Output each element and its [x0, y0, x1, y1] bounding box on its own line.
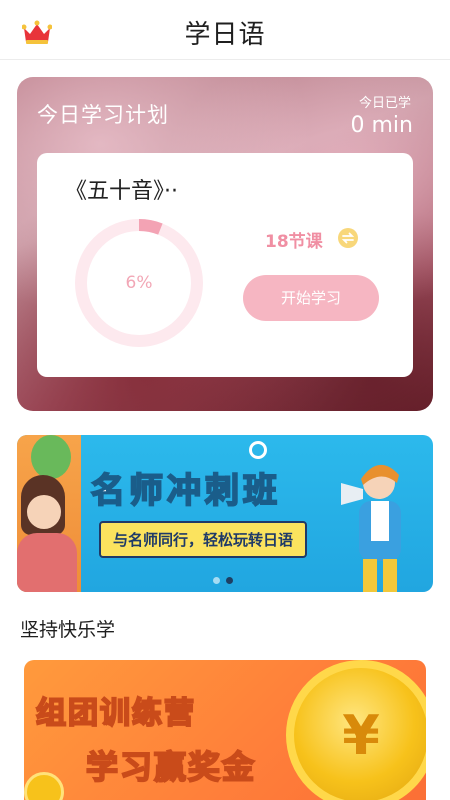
- banner-subtitle: 与名师同行，轻松玩转日语: [99, 521, 308, 558]
- small-coin-icon: [24, 772, 64, 800]
- switch-icon[interactable]: [338, 228, 358, 248]
- teacher-illustration: [341, 464, 401, 592]
- promo-title-line2: 学习赢奖金: [85, 747, 257, 787]
- today-studied-value: 0 min: [350, 113, 413, 138]
- coin-symbol: ¥: [342, 704, 380, 767]
- brand-swirl-icon: [249, 441, 267, 459]
- start-learning-button[interactable]: 开始学习: [243, 275, 379, 321]
- team-camp-card[interactable]: 组团训练营 学习赢奖金 ¥: [24, 660, 426, 800]
- app-header: 学日语: [0, 0, 450, 60]
- carousel-indicator: [213, 577, 233, 584]
- plan-title: 今日学习计划: [37, 103, 169, 127]
- course-name: 《五十音》··: [65, 179, 178, 204]
- section-title: 坚持快乐学: [20, 619, 116, 641]
- gold-coin-icon: ¥: [286, 660, 426, 800]
- progress-percent: 6%: [125, 273, 153, 293]
- banner-illustration-left: [17, 435, 81, 592]
- course-card[interactable]: 《五十音》·· 6% 18节课 开始学习: [37, 153, 413, 377]
- banner-title: 名师冲刺班: [90, 470, 281, 512]
- carousel-dot[interactable]: [213, 577, 220, 584]
- promo-title-line1: 组团训练营: [35, 695, 196, 732]
- page-title: 学日语: [184, 20, 266, 50]
- carousel-dot-active[interactable]: [226, 577, 233, 584]
- study-plan-card: 今日学习计划 今日已学 0 min 《五十音》·· 6% 18节课 开始学习: [17, 77, 433, 411]
- promo-banner[interactable]: 名师冲刺班 与名师同行，轻松玩转日语: [17, 435, 433, 592]
- lesson-count: 18节课: [265, 232, 323, 252]
- today-studied-label: 今日已学: [358, 96, 411, 111]
